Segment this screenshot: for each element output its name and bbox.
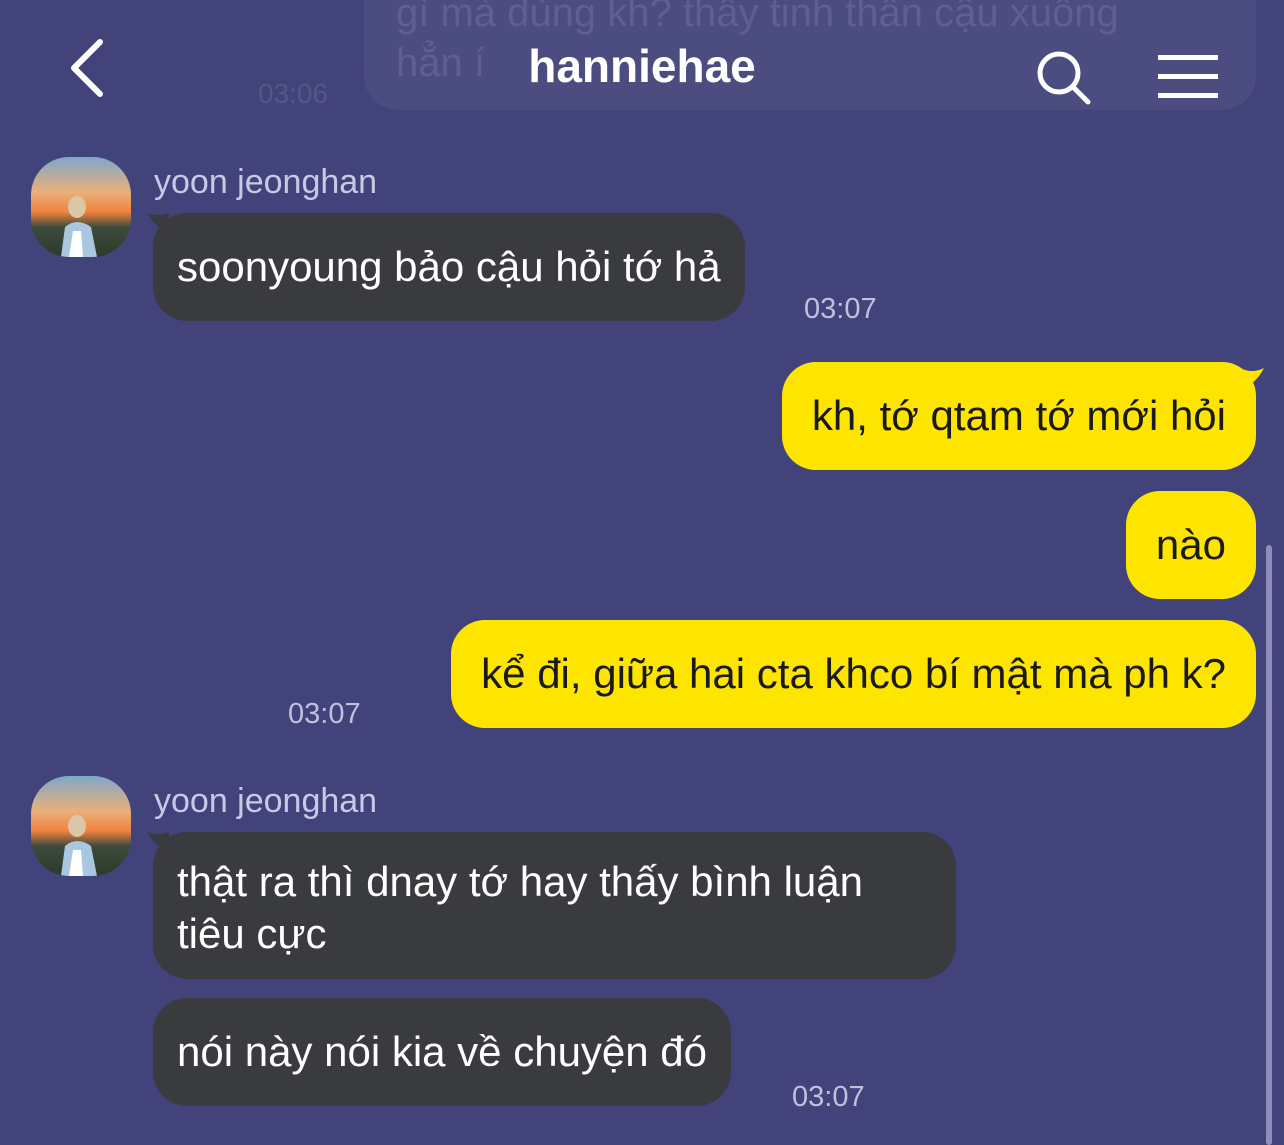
previous-message-time: 03:06 xyxy=(258,78,329,109)
message-text: kh, tớ qtam tớ mới hỏi xyxy=(811,392,1226,439)
avatar[interactable] xyxy=(31,776,131,876)
message-text: kể đi, giữa hai cta khco bí mật mà ph k? xyxy=(481,650,1226,697)
message-text: nào xyxy=(1155,521,1226,568)
message-bubble-outgoing[interactable]: kh, tớ qtam tớ mới hỏi xyxy=(781,362,1256,470)
sender-name: yoon jeonghan xyxy=(154,163,378,201)
avatar-photo-icon xyxy=(31,157,131,257)
search-icon xyxy=(1037,51,1091,105)
back-button[interactable] xyxy=(62,36,118,100)
message-bubble-incoming[interactable]: thật ra thì dnay tớ hay thấy bình luận t… xyxy=(153,832,956,979)
message-time: 03:07 xyxy=(288,698,361,730)
message-bubble-outgoing[interactable]: kể đi, giữa hai cta khco bí mật mà ph k? xyxy=(451,620,1256,728)
scrollbar[interactable] xyxy=(1266,545,1272,1145)
bubble-tail-icon xyxy=(147,213,169,233)
message-bubble-outgoing[interactable]: nào xyxy=(1125,491,1256,599)
chevron-left-icon xyxy=(71,39,103,97)
message-bubble-incoming[interactable]: soonyoung bảo cậu hỏi tớ hả xyxy=(153,213,745,321)
message-time: 03:07 xyxy=(792,1081,865,1113)
message-text: thật ra thì dnay tớ hay thấy bình luận t… xyxy=(177,858,863,957)
hamburger-menu-icon xyxy=(1158,55,1218,98)
avatar[interactable] xyxy=(31,157,131,257)
bubble-tail-icon xyxy=(1240,368,1264,390)
previous-message-line-2: hẳn í xyxy=(396,41,485,85)
message-text: nói này nói kia về chuyện đó xyxy=(177,1028,708,1075)
sender-name: yoon jeonghan xyxy=(154,782,378,820)
message-text: soonyoung bảo cậu hỏi tớ hả xyxy=(177,243,721,290)
chat-title: hanniehae xyxy=(528,40,756,92)
message-bubble-incoming[interactable]: nói này nói kia về chuyện đó xyxy=(153,998,732,1106)
bubble-tail-icon xyxy=(147,832,169,852)
avatar-photo-icon xyxy=(31,776,131,876)
previous-message-line-1: gì mà dùng kh? thấy tinh thần cậu xuống xyxy=(396,0,1119,35)
message-time: 03:07 xyxy=(804,293,877,325)
search-button[interactable] xyxy=(1034,48,1096,110)
previous-message-bubble: gì mà dùng kh? thấy tinh thần cậu xuống … xyxy=(364,0,1256,110)
menu-button[interactable] xyxy=(1156,52,1220,102)
